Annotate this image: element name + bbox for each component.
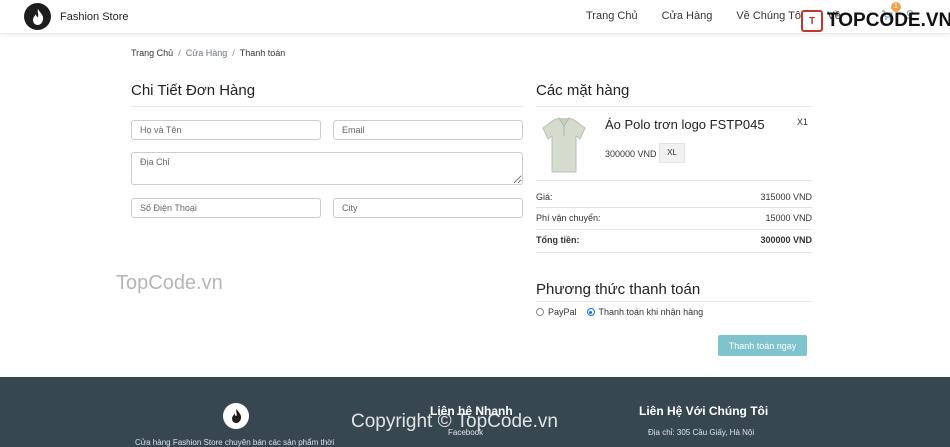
summary-row-subtotal: Giá: 315000 VND — [536, 192, 812, 202]
summary-label: Tổng tiền: — [536, 235, 580, 245]
footer-flame-logo-icon — [223, 403, 249, 429]
summary-value: 15000 VND — [765, 213, 812, 223]
payment-options: PayPal Thanh toán khi nhận hàng — [536, 307, 703, 317]
breadcrumb-shop[interactable]: Cửa Hàng — [186, 48, 228, 58]
paypal-radio[interactable] — [536, 308, 544, 316]
brand-name: Fashion Store — [60, 10, 129, 23]
summary-value: 315000 VND — [760, 192, 812, 202]
footer-description: Cửa hàng Fashion Store chuyên bán các sả… — [135, 438, 335, 447]
brand[interactable]: Fashion Store — [24, 3, 128, 30]
payment-title: Phương thức thanh toán — [536, 281, 701, 298]
breadcrumb-current: Thanh toán — [239, 48, 286, 58]
product-size-badge: XL — [659, 143, 685, 163]
summary-row-total: Tổng tiền: 300000 VND — [536, 235, 812, 245]
order-divider — [131, 106, 523, 107]
pay-now-button[interactable]: Thanh toán ngay — [718, 335, 807, 356]
footer-contact-title: Liên Hệ Với Chúng Tôi — [639, 404, 769, 418]
address-textarea[interactable] — [131, 152, 523, 185]
items-title: Các mặt hàng — [536, 82, 630, 99]
nav-link-home[interactable]: Trang Chủ — [586, 10, 638, 22]
payment-divider — [536, 301, 812, 302]
phone-input[interactable] — [131, 198, 321, 218]
footer-address: Địa chỉ: 305 Cầu Giấy, Hà Nội — [648, 428, 755, 437]
summary-divider-bottom — [536, 252, 812, 253]
cod-label[interactable]: Thanh toán khi nhận hàng — [599, 307, 704, 317]
summary-value: 300000 VND — [760, 235, 812, 245]
nav-link-about[interactable]: Về Chúng Tôi — [736, 10, 803, 22]
watermark-logo-icon: T — [801, 10, 823, 32]
items-divider — [536, 106, 812, 107]
summary-label: Giá: — [536, 192, 553, 202]
flame-logo-icon — [24, 3, 51, 30]
summary-divider — [536, 229, 812, 230]
watermark-bottom: Copyright © TopCode.vn — [351, 411, 558, 432]
cod-radio[interactable] — [586, 308, 595, 316]
summary-divider — [536, 207, 812, 208]
email-input[interactable] — [333, 120, 523, 140]
fullname-input[interactable] — [131, 120, 321, 140]
breadcrumb-separator: / — [178, 48, 181, 58]
product-name[interactable]: Áo Polo trơn logo FSTP045 — [605, 117, 765, 132]
breadcrumb: Trang Chủ / Cửa Hàng / Thanh toán — [131, 48, 285, 58]
product-quantity: X1 — [797, 117, 809, 127]
breadcrumb-separator: / — [232, 48, 235, 58]
product-price: 300000 VND — [605, 149, 657, 159]
nav-link-shop[interactable]: Cửa Hàng — [662, 10, 713, 22]
paypal-label[interactable]: PayPal — [548, 307, 577, 317]
order-details-title: Chi Tiết Đơn Hàng — [131, 82, 256, 99]
watermark-top-text: TOPCODE.VN — [827, 10, 950, 31]
breadcrumb-home[interactable]: Trang Chủ — [131, 48, 173, 58]
product-image — [538, 114, 590, 176]
summary-label: Phí vận chuyển: — [536, 213, 601, 223]
summary-row-shipping: Phí vận chuyển: 15000 VND — [536, 213, 812, 223]
watermark-middle: TopCode.vn — [116, 272, 223, 294]
city-input[interactable] — [333, 198, 523, 218]
summary-divider-top — [536, 180, 812, 181]
watermark-top: T TOPCODE.VN — [801, 10, 950, 32]
